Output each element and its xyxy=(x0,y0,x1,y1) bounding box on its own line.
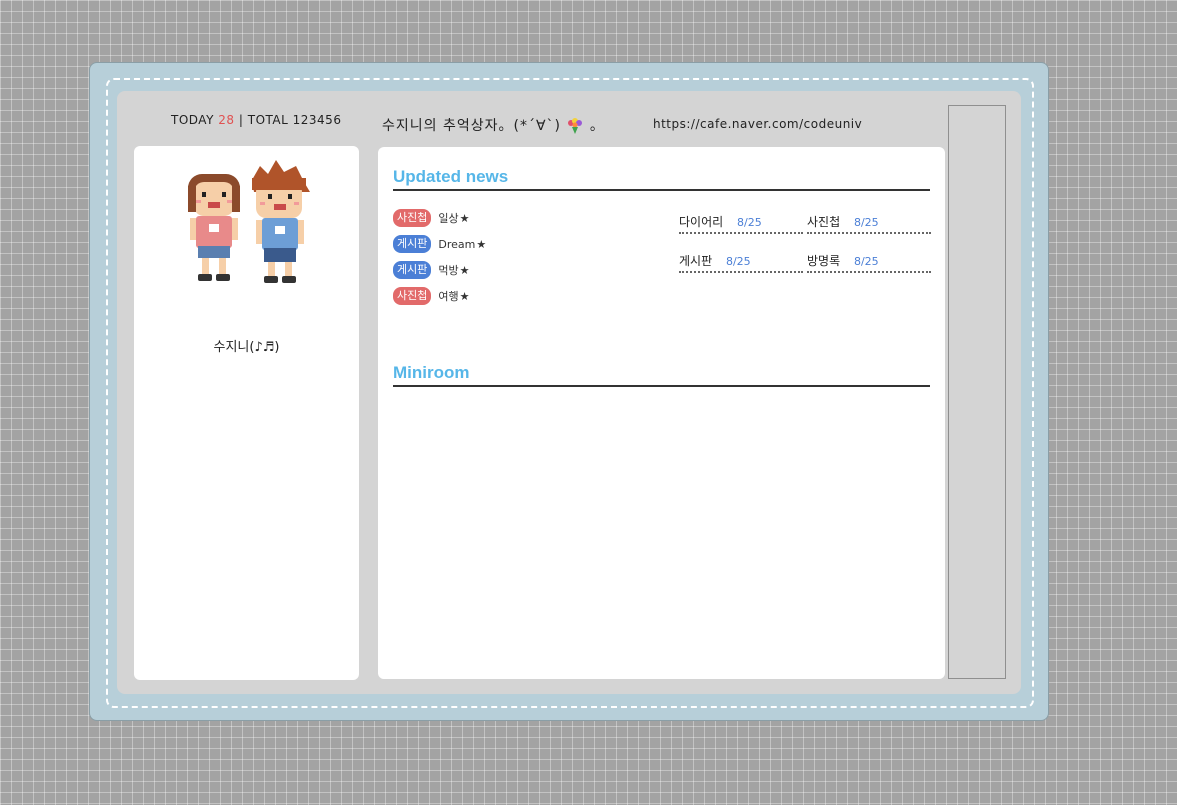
girl-avatar xyxy=(188,174,240,281)
news-item[interactable]: 사진첩 일상 ★ xyxy=(393,207,486,229)
today-label: TODAY xyxy=(171,113,214,127)
news-list: 사진첩 일상 ★ 게시판 Dream ★ 게시판 먹방 ★ 사진첩 여행 ★ xyxy=(393,207,486,311)
star-icon: ★ xyxy=(459,211,470,225)
news-tag-board: 게시판 xyxy=(393,261,432,279)
flower-bouquet-icon xyxy=(568,118,583,134)
menu-item-photo[interactable]: 사진첩 8/25 xyxy=(807,213,931,234)
menu-item-board[interactable]: 게시판 8/25 xyxy=(679,252,803,273)
today-count: 28 xyxy=(218,113,235,127)
cafe-url-link[interactable]: https://cafe.naver.com/codeuniv xyxy=(653,117,862,131)
news-item-text: Dream xyxy=(438,237,476,251)
star-icon: ★ xyxy=(476,237,487,251)
news-tag-photo: 사진첩 xyxy=(393,209,432,227)
page-title-text: 수지니의 추억상자。(*´∀`) xyxy=(382,118,561,134)
news-item-text: 먹방 xyxy=(438,264,459,277)
page: TODAY 28 | TOTAL 123456 수지니의 추억상자。(*´∀`)… xyxy=(117,91,1021,694)
news-item[interactable]: 게시판 Dream ★ xyxy=(393,233,486,255)
menu-item-label: 방명록 xyxy=(807,254,841,268)
star-icon: ★ xyxy=(459,263,470,277)
menu-item-count: 8/25 xyxy=(725,255,751,268)
menu-item-label: 다이어리 xyxy=(679,215,724,229)
main-panel: Updated news 사진첩 일상 ★ 게시판 Dream ★ 게시판 먹방… xyxy=(378,147,945,679)
profile-name: 수지니(♪♬) xyxy=(213,340,280,355)
menu-item-count: 8/25 xyxy=(853,216,879,229)
profile-panel: 수지니(♪♬) xyxy=(134,146,359,680)
side-menu-column xyxy=(948,105,1006,679)
total-count: 123456 xyxy=(292,113,342,127)
news-tag-photo: 사진첩 xyxy=(393,287,432,305)
counter-separator: | xyxy=(238,113,244,127)
news-item[interactable]: 게시판 먹방 ★ xyxy=(393,259,486,281)
book-cover: TODAY 28 | TOTAL 123456 수지니의 추억상자。(*´∀`)… xyxy=(89,62,1049,721)
news-tag-board: 게시판 xyxy=(393,235,432,253)
page-title: 수지니의 추억상자。(*´∀`) 。 xyxy=(382,115,605,135)
menu-item-count: 8/25 xyxy=(853,255,879,268)
total-label: TOTAL xyxy=(247,113,289,127)
updated-news-title: Updated news xyxy=(393,167,930,191)
menu-item-guestbook[interactable]: 방명록 8/25 xyxy=(807,252,931,273)
news-item[interactable]: 사진첩 여행 ★ xyxy=(393,285,486,307)
news-item-text: 여행 xyxy=(438,290,459,303)
star-icon: ★ xyxy=(459,289,470,303)
menu-item-label: 게시판 xyxy=(679,254,713,268)
miniroom-title: Miniroom xyxy=(393,363,930,387)
menu-item-count: 8/25 xyxy=(737,216,762,229)
boy-avatar xyxy=(252,160,310,283)
menu-item-diary[interactable]: 다이어리 8/25 xyxy=(679,213,803,234)
menu-count-grid: 다이어리 8/25 사진첩 8/25 게시판 8/25 방명록 8/25 xyxy=(679,213,931,273)
menu-item-label: 사진첩 xyxy=(807,215,841,229)
avatar-couple-image xyxy=(188,160,310,283)
visitor-counter: TODAY 28 | TOTAL 123456 xyxy=(171,113,341,127)
page-title-suffix: 。 xyxy=(589,118,605,134)
news-item-text: 일상 xyxy=(438,212,459,225)
